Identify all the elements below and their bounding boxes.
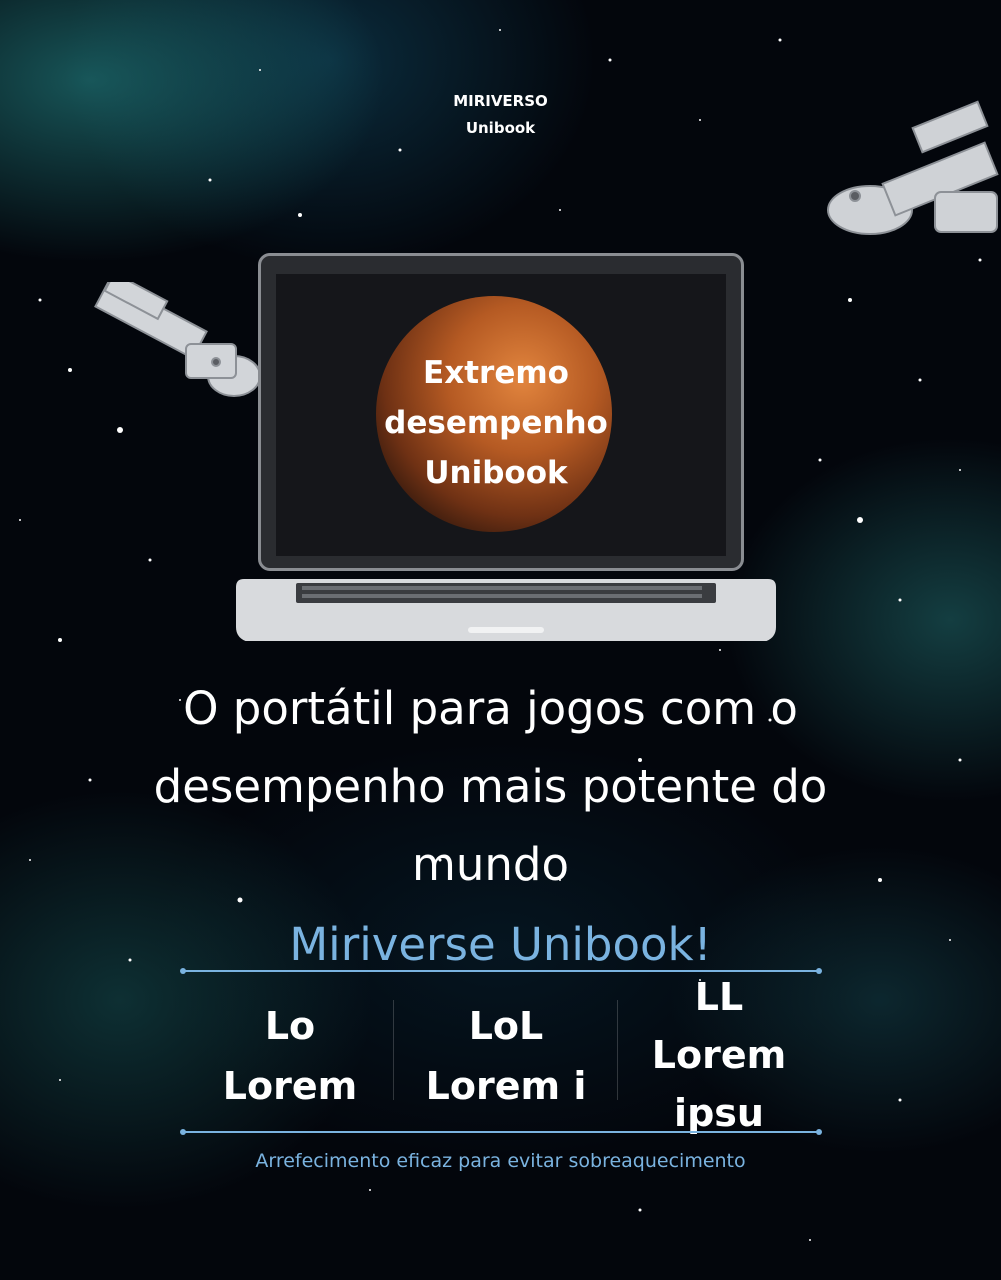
spaceship-right — [827, 100, 999, 235]
stat-divider — [393, 1000, 394, 1100]
bottom-divider-line — [180, 1129, 822, 1135]
stat-1: Lo Lorem — [222, 1004, 358, 1108]
laptop-keyboard-base — [236, 579, 776, 641]
laptop-screen-text: Extremo desempenho Unibook — [384, 355, 608, 491]
footer-caption: Arrefecimento eficaz para evitar sobreaq… — [255, 1150, 746, 1172]
spaceship-left — [94, 282, 261, 397]
headline: O portátil para jogos com o desempenho m… — [153, 682, 828, 891]
laptop-image: Extremo desempenho Unibook — [236, 253, 776, 643]
stat-divider — [617, 1000, 618, 1100]
stat-2: LoL Lorem i — [425, 1004, 587, 1108]
stat-3: LL Lorem ipsu — [651, 975, 787, 1135]
laptop-screen-frame: Extremo desempenho Unibook — [258, 253, 744, 571]
